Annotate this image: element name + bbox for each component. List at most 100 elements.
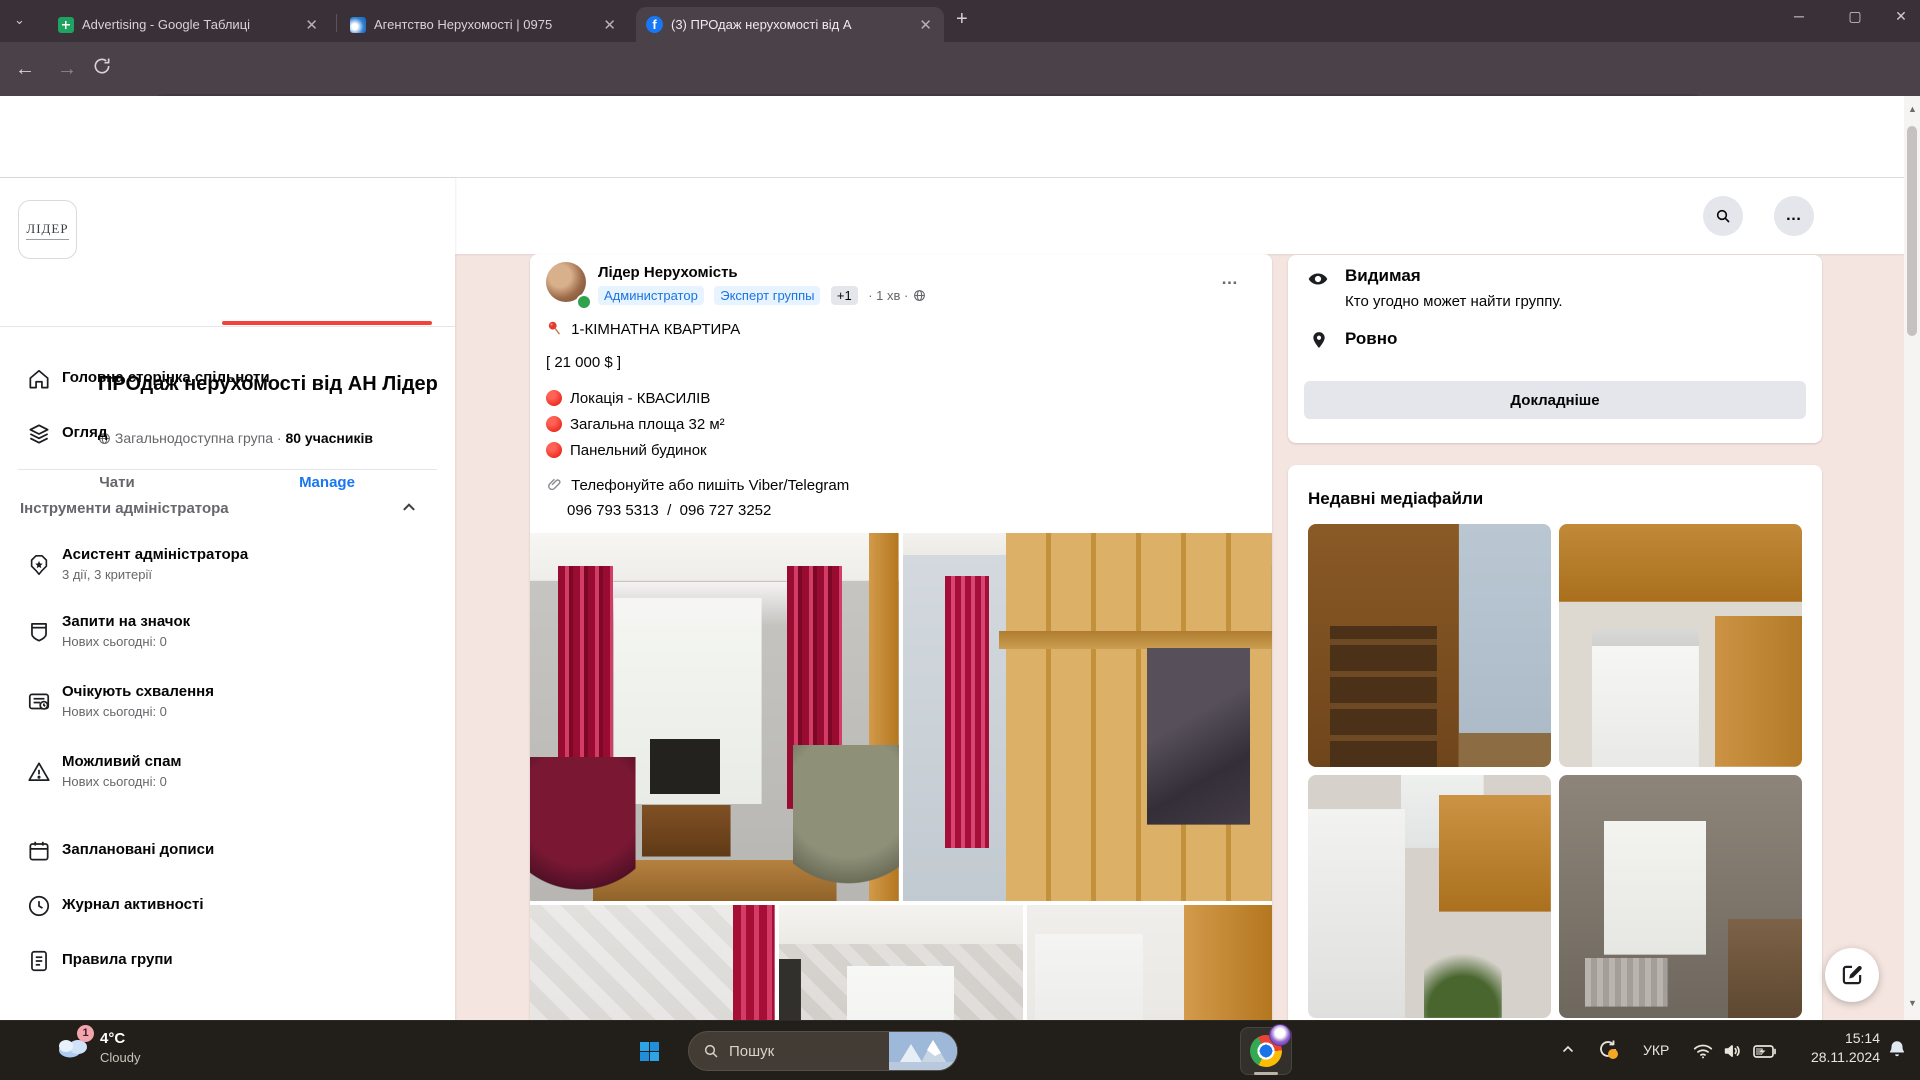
search-icon — [703, 1043, 719, 1059]
tab-title: Advertising - Google Таблиці — [82, 17, 295, 32]
window-maximize-button[interactable]: ▢ — [1832, 0, 1878, 34]
compose-pencil-icon — [1839, 962, 1865, 988]
pending-posts-icon — [26, 689, 52, 715]
post-time[interactable]: · 1 хв · — [868, 288, 908, 303]
agency-favicon — [350, 17, 366, 33]
google-sheets-favicon — [58, 17, 74, 33]
group-search-button[interactable] — [1703, 196, 1743, 236]
sidebar-item-admin-assist[interactable]: Асистент адміністратора 3 дії, 3 критері… — [0, 538, 455, 592]
sidebar-item-group-rules[interactable]: Правила групи — [0, 934, 455, 988]
facebook-header: f 3 ⌄ — [0, 96, 1920, 178]
group-info-card: Видимая Кто угодно может найти группу. Р… — [1288, 255, 1822, 443]
media-photo-hallway[interactable] — [1308, 524, 1551, 767]
tray-language[interactable]: УКР — [1643, 1042, 1669, 1058]
tray-time[interactable]: 15:14 — [1790, 1030, 1880, 1046]
sidebar-item-label: Огляд — [62, 424, 107, 441]
badge-expert[interactable]: Эксперт группы — [714, 286, 820, 305]
active-chrome-window[interactable] — [1240, 1027, 1292, 1075]
sidebar-item-sub: Нових сьогодні: 0 — [62, 704, 167, 719]
sidebar-item-sub: 3 дії, 3 критерії — [62, 567, 152, 582]
battery-icon[interactable] — [1752, 1040, 1778, 1062]
back-button[interactable]: ← — [8, 42, 42, 96]
taskbar-search-label: Пошук — [729, 1043, 889, 1060]
scroll-down-arrow[interactable]: ▼ — [1908, 998, 1917, 1008]
tab-facebook-active[interactable]: f (3) ПРОдаж нерухомості від А ✕ — [636, 7, 944, 42]
details-button[interactable]: Докладніше — [1304, 381, 1806, 419]
active-underline — [1254, 1072, 1278, 1075]
new-tab-button[interactable]: + — [956, 8, 968, 31]
scroll-up-arrow[interactable]: ▲ — [1908, 104, 1917, 114]
sidebar-item-possible-spam[interactable]: Можливий спам Нових сьогодні: 0 — [0, 745, 455, 799]
red-dot-icon — [546, 416, 562, 432]
badge-more[interactable]: +1 — [831, 286, 858, 305]
sidebar-item-label: Асистент адміністратора — [62, 546, 248, 563]
warning-triangle-icon — [26, 759, 52, 785]
wifi-icon[interactable] — [1692, 1040, 1714, 1062]
forward-button[interactable]: → — [50, 42, 84, 96]
screen: ⌄ Advertising - Google Таблиці ✕ Агентст… — [0, 0, 1920, 1080]
weather-temp[interactable]: 4°C — [100, 1030, 125, 1047]
post-photo-living-room[interactable] — [530, 533, 899, 901]
sidebar-item-sub: Нових сьогодні: 0 — [62, 634, 167, 649]
post-photo-wardrobe[interactable] — [903, 533, 1272, 901]
tab-title: (3) ПРОдаж нерухомості від А — [671, 17, 909, 32]
post-photo-curtain[interactable] — [530, 905, 775, 1020]
post-author-name[interactable]: Лідер Нерухомість — [598, 264, 738, 281]
reload-button[interactable] — [92, 56, 126, 82]
post-card: Лідер Нерухомість Администратор Эксперт … — [530, 254, 1272, 1020]
recent-media-card: Недавні медіафайли — [1288, 465, 1822, 1020]
tab-manage-underline — [222, 321, 432, 325]
privacy-title: Видимая — [1345, 266, 1421, 286]
tray-notifications-bell-icon[interactable] — [1886, 1038, 1908, 1060]
recent-media-title: Недавні медіафайли — [1308, 489, 1483, 509]
taskbar-search[interactable]: Пошук — [688, 1031, 958, 1071]
tab-search-chevron-icon[interactable]: ⌄ — [14, 12, 25, 28]
section-collapse-chevron-icon[interactable] — [398, 496, 420, 518]
post-phones[interactable]: 096 793 5313 / 096 727 3252 — [567, 502, 771, 519]
update-orange-dot — [1608, 1049, 1618, 1059]
tab-close-icon[interactable]: ✕ — [303, 16, 320, 34]
tray-date[interactable]: 28.11.2024 — [1790, 1049, 1880, 1065]
compose-button[interactable] — [1825, 948, 1879, 1002]
search-icon — [1715, 208, 1731, 224]
sidebar-item-badge-requests[interactable]: Запити на значок Нових сьогодні: 0 — [0, 605, 455, 659]
volume-icon[interactable] — [1722, 1040, 1744, 1062]
post-bullet-area: Загальна площа 32 м² — [546, 416, 725, 433]
badge-admin[interactable]: Администратор — [598, 286, 704, 305]
sidebar-item-scheduled-posts[interactable]: Заплановані дописи — [0, 824, 455, 878]
media-photo-kitchen-fridge[interactable] — [1308, 775, 1551, 1018]
group-logo-text: ЛІДЕР — [26, 221, 68, 240]
weather-condition[interactable]: Cloudy — [100, 1050, 140, 1065]
post-photo-fridge[interactable] — [1027, 905, 1272, 1020]
scrollbar-thumb[interactable] — [1907, 126, 1917, 336]
sidebar-item-pending-approval[interactable]: Очікують схвалення Нових сьогодні: 0 — [0, 675, 455, 729]
tab-agency[interactable]: Агентство Нерухомості | 0975 ✕ — [340, 7, 628, 42]
post-menu-button[interactable]: … — [1212, 262, 1248, 298]
sidebar-item-activity-log[interactable]: Журнал активності — [0, 879, 455, 933]
post-photo-window[interactable] — [779, 905, 1023, 1020]
tab-close-icon[interactable]: ✕ — [601, 16, 618, 34]
media-photo-kitchen-stove[interactable] — [1559, 524, 1802, 767]
sidebar-item-label: Можливий спам — [62, 753, 182, 770]
start-button[interactable] — [640, 1042, 659, 1061]
window-minimize-button[interactable]: ─ — [1776, 0, 1822, 34]
group-sidebar: ЛІДЕР ПРОдаж нерухомості від АН Лідер За… — [0, 178, 455, 1020]
page-scrollbar[interactable]: ▲ ▼ — [1904, 96, 1920, 1020]
tab-google-sheets[interactable]: Advertising - Google Таблиці ✕ — [48, 7, 330, 42]
clock-icon — [26, 893, 52, 919]
window-close-button[interactable]: ✕ — [1878, 0, 1920, 34]
group-header-band: … — [455, 178, 1904, 254]
globe-icon — [913, 289, 926, 302]
sidebar-item-label: Очікують схвалення — [62, 683, 214, 700]
tab-close-icon[interactable]: ✕ — [917, 16, 934, 34]
tray-update-icon[interactable] — [1596, 1037, 1620, 1061]
home-icon — [26, 366, 52, 392]
divider — [0, 326, 455, 327]
sidebar-item-overview[interactable]: Огляд — [0, 407, 455, 461]
weather-widget[interactable]: 1 — [55, 1033, 91, 1059]
group-more-button[interactable]: … — [1774, 196, 1814, 236]
tray-chevron-icon[interactable] — [1560, 1041, 1576, 1057]
group-logo[interactable]: ЛІДЕР — [18, 200, 77, 259]
sidebar-item-community-home[interactable]: Головна сторінка спільноти — [0, 352, 455, 406]
media-photo-room-window[interactable] — [1559, 775, 1802, 1018]
